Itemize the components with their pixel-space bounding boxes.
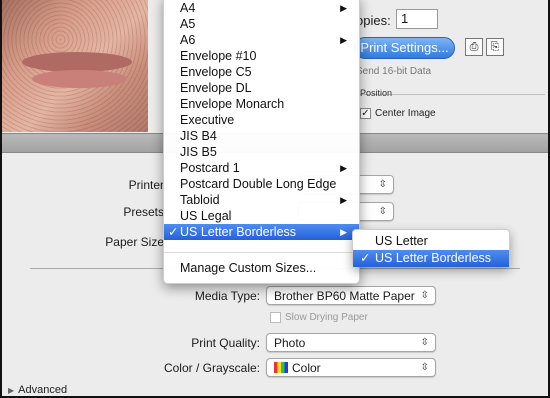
popup-arrows-icon: ⇳ bbox=[420, 362, 429, 373]
print-settings-button[interactable]: Print Settings... bbox=[354, 37, 455, 59]
menu-item-label: A5 bbox=[180, 17, 196, 31]
paper-size-menu-item[interactable]: Envelope Monarch bbox=[164, 96, 359, 112]
us-letter-submenu[interactable]: US Letter ✓ US Letter Borderless bbox=[352, 229, 510, 267]
paper-size-menu-item[interactable]: Envelope C5 bbox=[164, 64, 359, 80]
media-type-popup[interactable]: Brother BP60 Matte Paper ⇳ bbox=[266, 286, 436, 305]
manage-custom-sizes-item[interactable]: Manage Custom Sizes... bbox=[164, 260, 359, 276]
print-quality-popup[interactable]: Photo ⇳ bbox=[266, 333, 436, 352]
color-grayscale-popup[interactable]: Color ⇳ bbox=[266, 358, 436, 377]
menu-item-label: Postcard 1 bbox=[180, 161, 240, 175]
checkmark-icon: ✓ bbox=[360, 251, 371, 265]
paper-size-menu-item[interactable]: Executive bbox=[164, 112, 359, 128]
menu-item-label: Envelope DL bbox=[180, 81, 252, 95]
print-preview-image bbox=[2, 0, 148, 132]
popup-arrows-icon: ⇳ bbox=[420, 337, 429, 348]
media-type-label: Media Type: bbox=[194, 289, 260, 303]
paper-size-menu-item[interactable]: JIS B4 bbox=[164, 128, 359, 144]
paper-size-menu-item[interactable]: Postcard 1 ▶ bbox=[164, 160, 359, 176]
presets-label: Presets bbox=[123, 205, 164, 219]
paper-size-menu[interactable]: A4 ▶ A5 A6 ▶ Envelope #10 Envelope C5 Envelope … bbox=[163, 0, 360, 284]
submenu-arrow-icon: ▶ bbox=[340, 163, 347, 173]
popup-arrows-icon: ⇳ bbox=[378, 179, 387, 190]
submenu-arrow-icon: ▶ bbox=[340, 3, 347, 13]
submenu-arrow-icon: ▶ bbox=[340, 195, 347, 205]
menu-item-label: JIS B5 bbox=[180, 145, 217, 159]
print-quality-label: Print Quality: bbox=[191, 336, 260, 350]
checkbox-checked-icon: ✓ bbox=[360, 108, 371, 119]
submenu-arrow-icon: ▶ bbox=[340, 35, 347, 45]
menu-item-label: US Letter Borderless bbox=[180, 225, 297, 239]
submenu-item[interactable]: US Letter bbox=[353, 233, 509, 250]
menu-item-label: Postcard Double Long Edge bbox=[180, 177, 337, 191]
advanced-label: Advanced bbox=[18, 384, 68, 396]
paper-size-menu-item[interactable]: A5 bbox=[164, 16, 359, 32]
print-quality-value: Photo bbox=[274, 336, 306, 350]
media-type-value: Brother BP60 Matte Paper bbox=[274, 289, 415, 303]
menu-item-label: Envelope #10 bbox=[180, 49, 257, 63]
disclosure-triangle-icon: ▶ bbox=[8, 386, 15, 395]
paper-size-menu-item[interactable]: A4 ▶ bbox=[164, 0, 359, 16]
checkmark-icon: ✓ bbox=[168, 225, 179, 239]
copies-field[interactable]: 1 bbox=[396, 9, 438, 29]
portrait-orientation-icon[interactable]: ⎙ bbox=[465, 38, 483, 56]
send-16-bit-checkbox[interactable]: Send 16-bit Data bbox=[356, 66, 431, 77]
paper-size-menu-item[interactable]: JIS B5 bbox=[164, 144, 359, 160]
color-swatch-icon bbox=[274, 362, 288, 373]
slow-drying-checkbox[interactable]: Slow Drying Paper bbox=[270, 312, 368, 323]
paper-size-label: Paper Size bbox=[105, 235, 164, 249]
submenu-item-label: US Letter bbox=[375, 234, 428, 248]
center-image-label: Center Image bbox=[375, 108, 436, 120]
paper-size-menu-item[interactable]: Envelope #10 bbox=[164, 48, 359, 64]
menu-item-label: A4 bbox=[180, 1, 196, 15]
popup-arrows-icon: ⇳ bbox=[420, 290, 429, 301]
submenu-item-label: US Letter Borderless bbox=[375, 251, 492, 265]
submenu-item[interactable]: ✓ US Letter Borderless bbox=[353, 250, 509, 267]
paper-size-menu-item[interactable]: Tabloid ▶ bbox=[164, 192, 359, 208]
menu-item-label: JIS B4 bbox=[180, 129, 217, 143]
submenu-arrow-icon: ▶ bbox=[340, 227, 347, 237]
popup-arrows-icon: ⇳ bbox=[378, 206, 387, 217]
center-image-checkbox[interactable]: ✓ Center Image bbox=[360, 108, 436, 119]
paper-size-menu-item[interactable]: US Legal bbox=[164, 208, 359, 224]
paper-size-menu-item[interactable]: A6 ▶ bbox=[164, 32, 359, 48]
color-value: Color bbox=[292, 361, 321, 375]
paper-size-menu-item[interactable]: Envelope DL bbox=[164, 80, 359, 96]
paper-size-menu-item[interactable]: ✓ US Letter Borderless ▶ bbox=[164, 224, 359, 240]
menu-item-label: Envelope C5 bbox=[180, 65, 252, 79]
menu-item-label: A6 bbox=[180, 33, 196, 47]
landscape-orientation-icon[interactable]: ⎘ bbox=[486, 38, 504, 56]
printer-label: Printer bbox=[128, 178, 164, 192]
position-legend: Position bbox=[360, 88, 393, 98]
paper-size-menu-item[interactable]: Postcard Double Long Edge bbox=[164, 176, 359, 192]
send-16-bit-label: Send 16-bit Data bbox=[356, 66, 432, 77]
menu-item-label: US Legal bbox=[180, 209, 232, 223]
checkbox-icon bbox=[270, 312, 281, 323]
menu-item-label: Tabloid bbox=[180, 193, 220, 207]
color-grayscale-label: Color / Grayscale: bbox=[163, 361, 260, 375]
menu-separator bbox=[164, 252, 359, 253]
slow-drying-label: Slow Drying Paper bbox=[285, 312, 368, 324]
menu-item-label: Envelope Monarch bbox=[180, 97, 285, 111]
copies-label: opies: bbox=[356, 13, 391, 28]
advanced-disclosure[interactable]: ▶ Advanced bbox=[8, 384, 67, 396]
menu-item-label: Executive bbox=[180, 113, 235, 127]
